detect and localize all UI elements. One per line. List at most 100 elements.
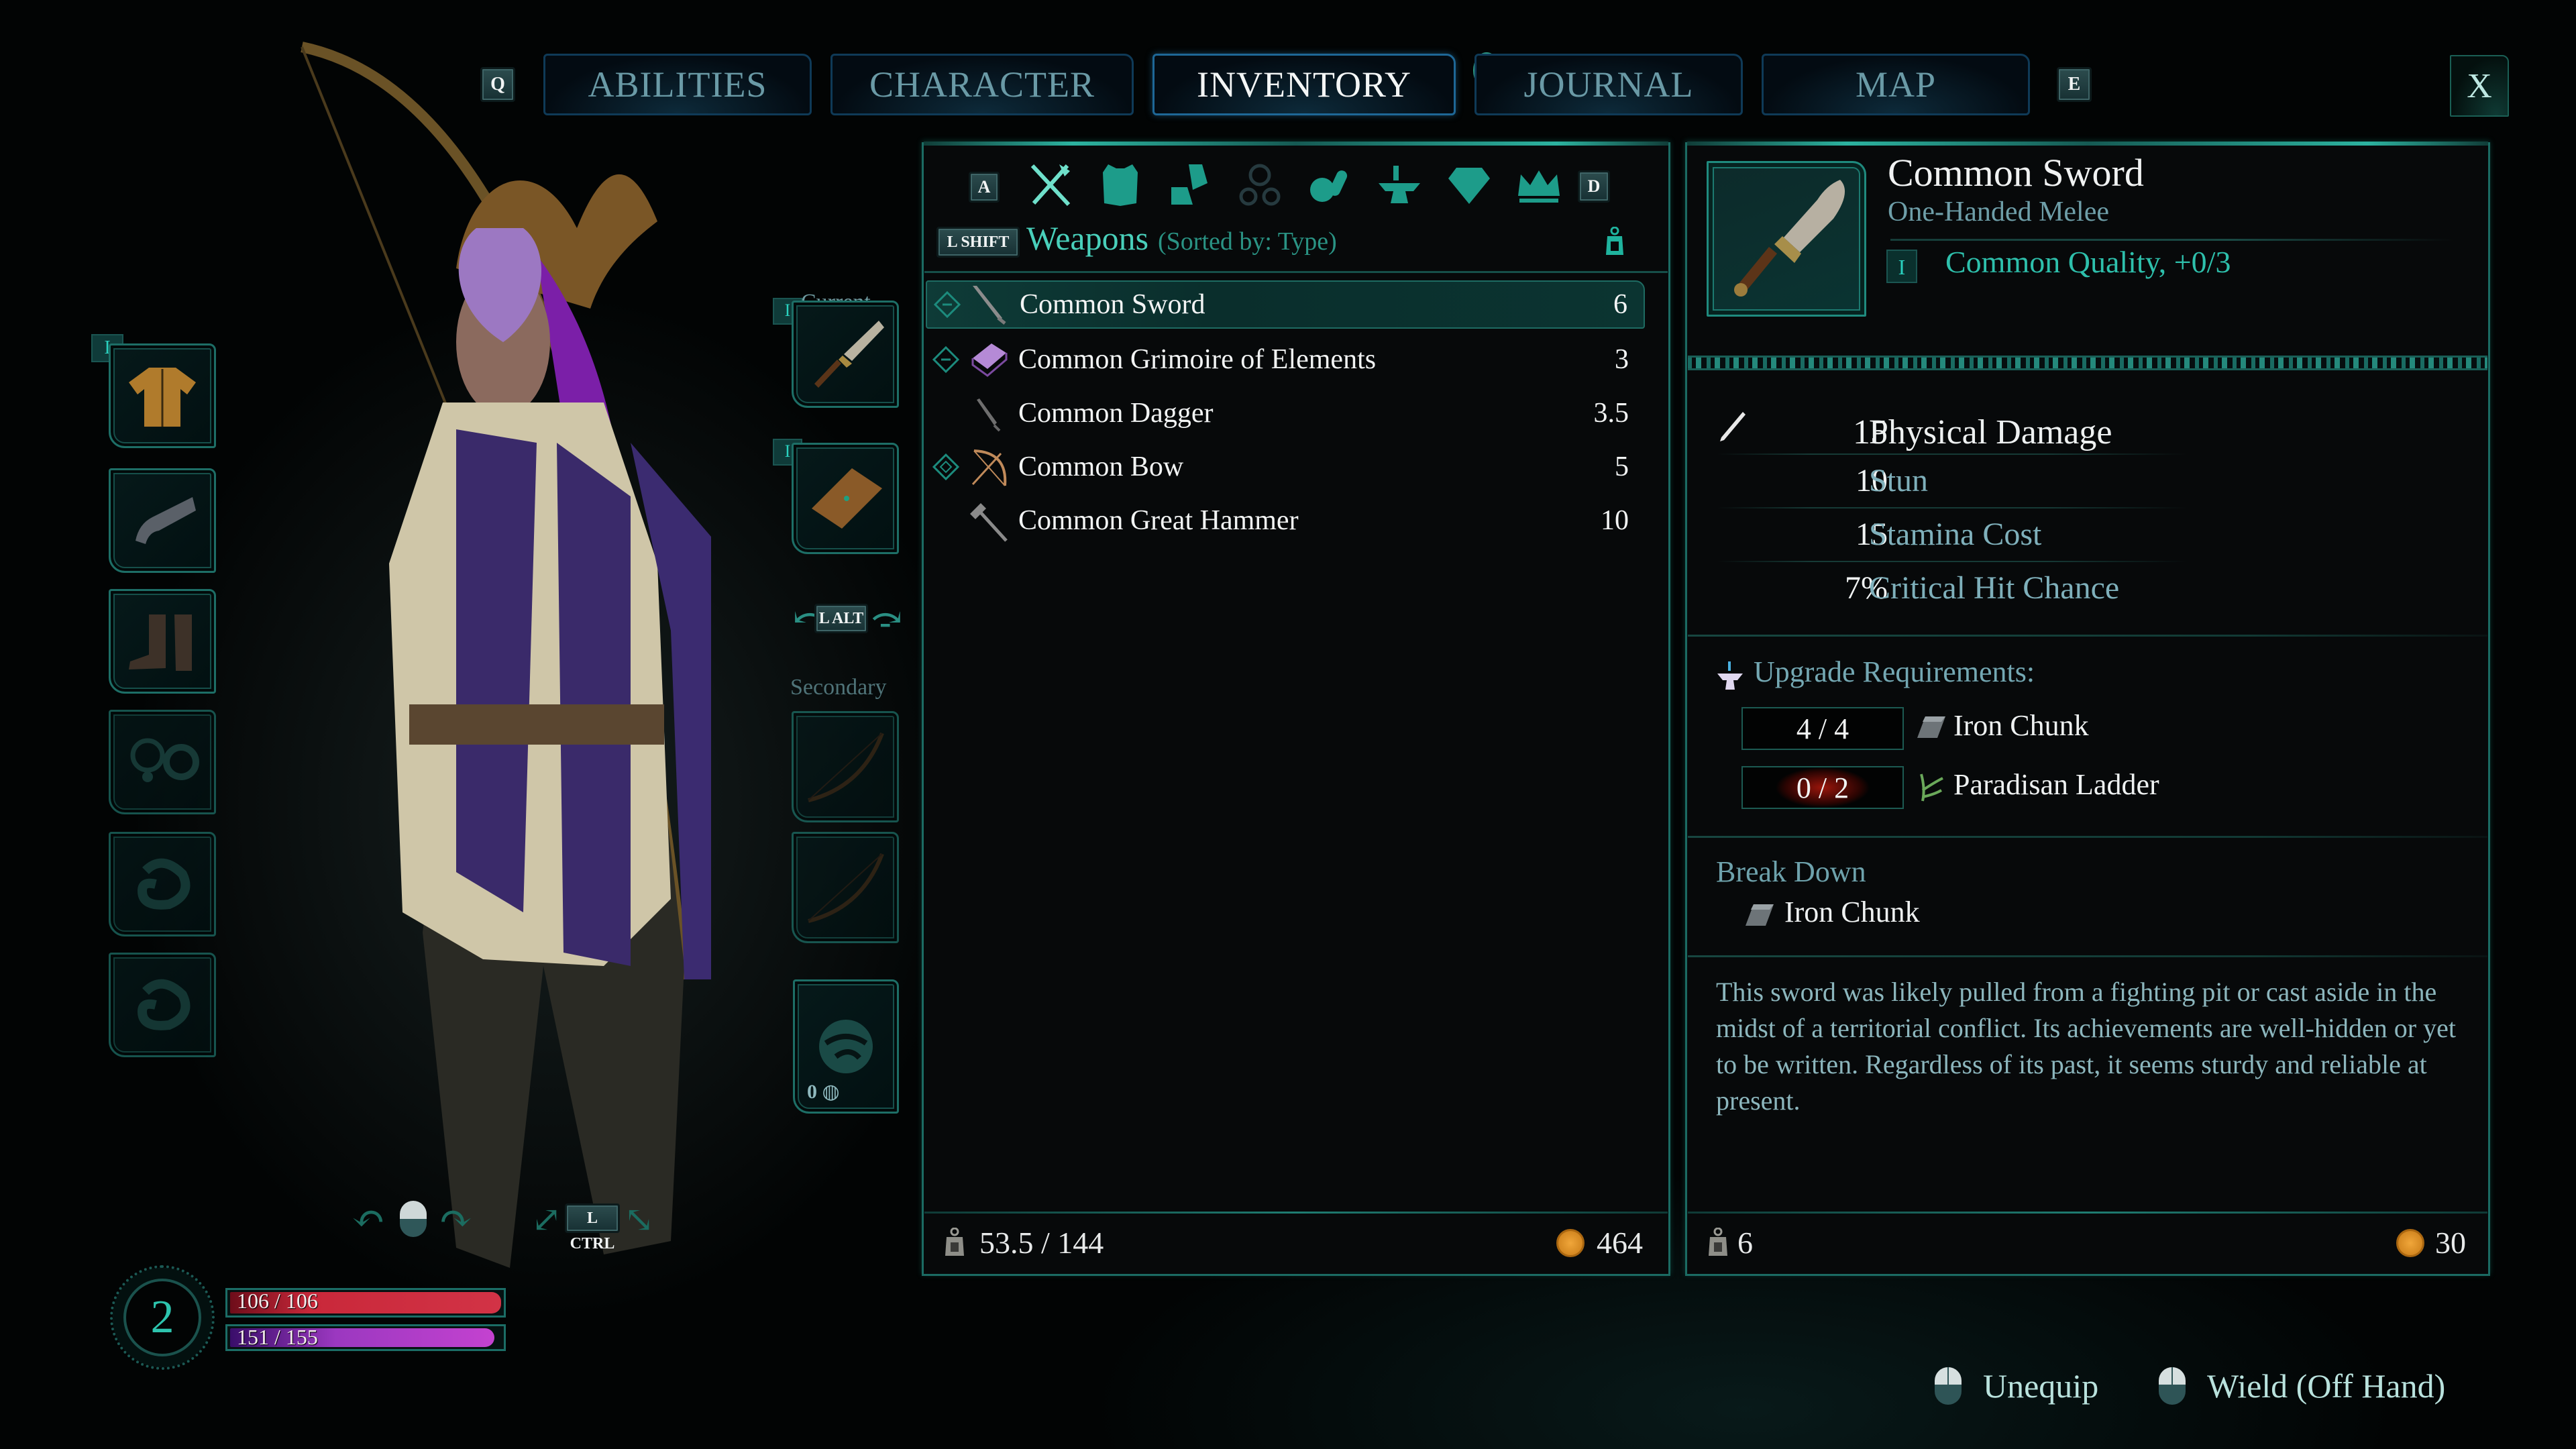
trinket-slot-1[interactable] bbox=[109, 832, 216, 936]
equipped-indicator-icon bbox=[932, 453, 959, 480]
prev-category-key[interactable]: A bbox=[969, 172, 1000, 203]
tab-abilities[interactable]: ABILITIES bbox=[543, 54, 812, 115]
left-mouse-button-icon bbox=[1935, 1367, 1962, 1405]
apple-potion-icon bbox=[1310, 170, 1348, 202]
quality-label: Common Quality, +0/3 bbox=[1945, 245, 2231, 279]
trinket-placeholder-icon bbox=[137, 858, 191, 910]
item-type: One-Handed Melee bbox=[1888, 197, 2110, 227]
category-gloves-boots[interactable] bbox=[1166, 161, 1214, 209]
bow-icon bbox=[808, 732, 884, 802]
swap-arrow-right-icon: ⤼ bbox=[871, 597, 902, 639]
hint-unequip[interactable]: Unequip bbox=[1935, 1366, 2098, 1406]
next-category-key[interactable]: D bbox=[1578, 170, 1610, 203]
category-crafting[interactable] bbox=[1375, 161, 1424, 209]
armor-slot-feet[interactable] bbox=[109, 589, 216, 694]
gold-coin-icon bbox=[1556, 1229, 1585, 1257]
sort-label[interactable]: (Sorted by: Type) bbox=[1158, 227, 1337, 256]
character-model[interactable] bbox=[255, 27, 792, 1449]
sort-key[interactable]: L SHIFT bbox=[936, 227, 1020, 258]
armor-slot-chest[interactable] bbox=[109, 343, 216, 448]
list-footer-separator bbox=[924, 1212, 1668, 1214]
item-name: Common Bow bbox=[1018, 451, 1184, 482]
item-weight: 6 bbox=[1613, 289, 1627, 320]
trinket-slot-2[interactable] bbox=[109, 953, 216, 1057]
close-button[interactable]: X bbox=[2450, 55, 2509, 117]
secondary-set-label: Secondary bbox=[790, 675, 887, 700]
belt bbox=[409, 704, 664, 745]
sword-icon bbox=[814, 321, 884, 388]
category-weapons[interactable] bbox=[1026, 161, 1075, 209]
swap-weapons-key[interactable]: L ALT bbox=[814, 604, 868, 633]
armor-slot-accessories[interactable] bbox=[109, 710, 216, 814]
stat-label: Stun bbox=[1869, 462, 1929, 498]
crown-icon bbox=[1518, 170, 1560, 203]
stat-label: Physical Damage bbox=[1869, 413, 2112, 451]
item-weight-icon bbox=[1709, 1228, 1727, 1256]
armor-slot-hands[interactable] bbox=[109, 468, 216, 573]
equipped-indicator-icon bbox=[932, 346, 959, 373]
consumable-slot[interactable]: 0 ◍ bbox=[793, 979, 899, 1114]
category-valuables[interactable] bbox=[1515, 161, 1563, 209]
right-mouse-button-icon bbox=[2159, 1367, 2186, 1405]
item-row-common-sword[interactable]: Common Sword 6 bbox=[926, 280, 1645, 329]
stat-row-physical-damage: 15 Physical Damage bbox=[1690, 407, 2482, 458]
prev-tab-key[interactable]: Q bbox=[480, 67, 515, 102]
stat-label: Critical Hit Chance bbox=[1869, 570, 2120, 606]
boots-icon bbox=[129, 614, 192, 671]
mana-text: 151 / 155 bbox=[237, 1325, 318, 1349]
mana-bar: 151 / 155 bbox=[225, 1324, 506, 1351]
stat-row-crit-chance: 7% Critical Hit Chance bbox=[1690, 562, 2482, 613]
rotate-right-arrow-icon: ↷ bbox=[439, 1197, 473, 1241]
item-row-common-great-hammer[interactable]: Common Great Hammer 10 bbox=[926, 496, 1645, 545]
equipped-indicator-icon bbox=[934, 291, 961, 318]
tab-journal[interactable]: JOURNAL bbox=[1474, 54, 1743, 115]
category-gems[interactable] bbox=[1445, 161, 1493, 209]
panel-border-glow bbox=[924, 142, 1668, 146]
hint-label: Wield (Off Hand) bbox=[2207, 1367, 2446, 1405]
zoom-key[interactable]: L CTRL bbox=[565, 1203, 620, 1252]
health-bar: 106 / 106 bbox=[225, 1288, 506, 1318]
upgrade-req-count-paradisan: 0 / 2 bbox=[1741, 766, 1904, 809]
tab-map[interactable]: MAP bbox=[1762, 54, 2030, 115]
item-row-common-dagger[interactable]: Common Dagger 3.5 bbox=[926, 389, 1645, 437]
paradisan-ladder-icon bbox=[1920, 773, 1943, 802]
category-accessories[interactable] bbox=[1236, 161, 1284, 209]
hammer-icon bbox=[970, 503, 1008, 542]
bow-icon bbox=[971, 449, 1007, 486]
rotate-left-arrow-icon: ↶ bbox=[352, 1197, 386, 1241]
sword-preview-icon bbox=[1734, 180, 1845, 297]
next-tab-key[interactable]: E bbox=[2057, 67, 2092, 102]
bow-icon bbox=[808, 853, 884, 923]
item-weight-value: 6 bbox=[1737, 1226, 1753, 1260]
grimoire-icon bbox=[812, 468, 882, 529]
item-row-common-bow[interactable]: Common Bow 5 bbox=[926, 443, 1645, 491]
level-badge: 2 bbox=[110, 1265, 215, 1370]
details-header-separator bbox=[1688, 356, 2487, 370]
gauntlet-icon bbox=[136, 497, 196, 544]
item-name: Common Great Hammer bbox=[1018, 505, 1299, 536]
hint-wield-off-hand[interactable]: Wield (Off Hand) bbox=[2159, 1366, 2445, 1406]
upgrade-anvil-icon bbox=[1717, 661, 1743, 690]
upgrade-req-material-iron: Iron Chunk bbox=[1953, 709, 2089, 742]
secondary-weapon-slot-offhand[interactable] bbox=[792, 832, 899, 943]
current-weapon-slot-offhand[interactable] bbox=[792, 443, 899, 554]
upgrade-separator bbox=[1688, 836, 2487, 838]
item-name: Common Dagger bbox=[1018, 398, 1214, 429]
tab-character[interactable]: CHARACTER bbox=[830, 54, 1134, 115]
gold-amount: 464 bbox=[1597, 1226, 1643, 1260]
item-name: Common Sword bbox=[1020, 289, 1205, 320]
current-weapon-slot-main[interactable] bbox=[792, 301, 899, 408]
anvil-icon bbox=[1379, 166, 1420, 203]
secondary-weapon-slot-main[interactable] bbox=[792, 711, 899, 822]
category-armor[interactable] bbox=[1096, 161, 1144, 209]
stat-row-stun: 10 Stun bbox=[1690, 455, 2482, 506]
tab-inventory[interactable]: INVENTORY bbox=[1152, 54, 1456, 115]
category-consumables[interactable] bbox=[1305, 161, 1354, 209]
mouse-rotate-icon[interactable] bbox=[400, 1201, 427, 1237]
item-row-common-grimoire[interactable]: Common Grimoire of Elements 3 bbox=[926, 335, 1645, 384]
weight-filter-icon[interactable] bbox=[1605, 227, 1625, 256]
item-description: This sword was likely pulled from a figh… bbox=[1716, 977, 2456, 1116]
gem-icon bbox=[1448, 168, 1490, 204]
list-header-separator bbox=[924, 271, 1668, 273]
panel-border-glow bbox=[1687, 142, 2488, 146]
